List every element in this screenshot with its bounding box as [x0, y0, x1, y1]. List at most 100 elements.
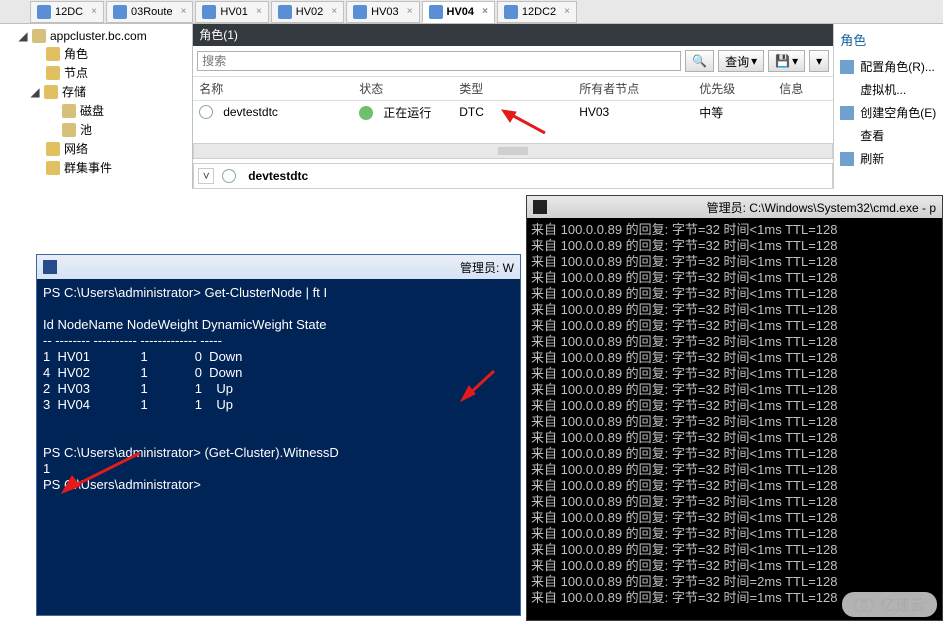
- close-icon[interactable]: ×: [181, 6, 187, 17]
- blank-icon: [840, 129, 854, 143]
- tab-HV03[interactable]: HV03 ×: [346, 1, 419, 23]
- search-bar: 🔍 查询▾ 💾▾ ▾: [193, 46, 833, 77]
- roles-panel: 角色(1) 🔍 查询▾ 💾▾ ▾ 名称 状态 类型 所有者节点 优先级 信息 d…: [193, 24, 834, 189]
- grid-header: 名称 状态 类型 所有者节点 优先级 信息: [193, 77, 833, 101]
- col-priority[interactable]: 优先级: [693, 80, 773, 97]
- close-icon[interactable]: ×: [256, 6, 262, 17]
- host-icon: [202, 5, 216, 19]
- tree-roles[interactable]: 角色: [4, 44, 188, 63]
- search-button[interactable]: 🔍: [685, 50, 714, 72]
- close-icon[interactable]: ×: [564, 6, 570, 17]
- role-name: devtestdtc: [217, 105, 284, 119]
- role-type: DTC: [453, 105, 573, 119]
- dtc-icon: [222, 169, 236, 183]
- close-icon[interactable]: ×: [407, 6, 413, 17]
- col-state[interactable]: 状态: [353, 80, 453, 97]
- close-icon[interactable]: ×: [482, 6, 488, 17]
- ps-titlebar[interactable]: 管理员: W: [37, 255, 520, 279]
- action-vm[interactable]: 虚拟机...: [840, 78, 937, 101]
- action-configure-role[interactable]: 配置角色(R)...: [840, 55, 937, 78]
- tree-label: 磁盘: [80, 102, 104, 119]
- tree-pools[interactable]: 池: [4, 120, 188, 139]
- create-icon: [840, 106, 854, 120]
- col-owner[interactable]: 所有者节点: [573, 80, 693, 97]
- collapse-icon[interactable]: ◢: [30, 85, 40, 99]
- action-label: 创建空角色(E): [860, 104, 936, 121]
- watermark-text: 亿速云: [880, 594, 925, 615]
- tab-label: HV01: [220, 6, 248, 18]
- host-icon: [113, 5, 127, 19]
- collapse-icon[interactable]: ◢: [18, 29, 28, 43]
- tab-label: HV03: [371, 6, 399, 18]
- host-icon: [353, 5, 367, 19]
- cmd-icon: [533, 200, 547, 214]
- more-dropdown[interactable]: ▾: [809, 50, 829, 72]
- tab-03Route[interactable]: 03Route ×: [106, 1, 193, 23]
- search-input[interactable]: [197, 51, 681, 71]
- cmd-titlebar[interactable]: 管理员: C:\Windows\System32\cmd.exe - p: [527, 196, 942, 218]
- watermark: 亿速云: [842, 592, 937, 617]
- events-icon: [46, 161, 60, 175]
- running-icon: [359, 106, 373, 120]
- tree-label: 池: [80, 121, 92, 138]
- tree-label: 网络: [64, 140, 88, 157]
- detail-panel: ˅ devtestdtc: [193, 163, 833, 189]
- cmd-console[interactable]: 来自 100.0.0.89 的回复: 字节=32 时间<1ms TTL=128 …: [527, 218, 942, 620]
- role-owner: HV03: [573, 105, 693, 119]
- cmd-window[interactable]: 管理员: C:\Windows\System32\cmd.exe - p 来自 …: [526, 195, 943, 621]
- chevron-down-icon: ▾: [792, 54, 798, 68]
- pool-icon: [62, 123, 76, 137]
- dtc-icon: [199, 105, 213, 119]
- tree-events[interactable]: 群集事件: [4, 158, 188, 177]
- scroll-bar[interactable]: [193, 143, 833, 159]
- tree-label: 存储: [62, 83, 86, 100]
- tab-12DC[interactable]: 12DC×: [30, 1, 104, 23]
- col-type[interactable]: 类型: [453, 80, 573, 97]
- tree-root[interactable]: ◢ appcluster.bc.com: [4, 28, 188, 44]
- storage-icon: [44, 85, 58, 99]
- tree-root-label: appcluster.bc.com: [50, 29, 147, 43]
- ps-console[interactable]: PS C:\Users\administrator> Get-ClusterNo…: [37, 279, 520, 615]
- tree-disks[interactable]: 磁盘: [4, 101, 188, 120]
- tree-label: 节点: [64, 64, 88, 81]
- query-dropdown[interactable]: 查询▾: [718, 50, 764, 72]
- ps-title-text: 管理员: W: [460, 259, 514, 276]
- powershell-window[interactable]: 管理员: W PS C:\Users\administrator> Get-Cl…: [36, 254, 521, 616]
- tab-HV04[interactable]: HV04×: [422, 1, 495, 23]
- tab-label: 03Route: [131, 6, 173, 18]
- host-icon: [278, 5, 292, 19]
- action-view[interactable]: 查看: [840, 124, 937, 147]
- actions-panel: 角色 配置角色(R)... 虚拟机... 创建空角色(E) 查看 刷新: [834, 24, 943, 189]
- action-label: 配置角色(R)...: [860, 58, 935, 75]
- col-name[interactable]: 名称: [193, 80, 353, 97]
- ps-icon: [43, 260, 57, 274]
- cluster-icon: [32, 29, 46, 43]
- scroll-thumb[interactable]: [498, 147, 528, 155]
- cloud-icon: [854, 598, 874, 612]
- action-create-empty[interactable]: 创建空角色(E): [840, 101, 937, 124]
- tab-HV02[interactable]: HV02 ×: [271, 1, 344, 23]
- tab-label: 12DC2: [522, 6, 556, 18]
- configure-icon: [840, 60, 854, 74]
- tree-label: 角色: [64, 45, 88, 62]
- tree-storage[interactable]: ◢ 存储: [4, 82, 188, 101]
- role-state: 正在运行: [377, 106, 437, 120]
- blank-icon: [840, 83, 854, 97]
- nodes-icon: [46, 66, 60, 80]
- tab-label: HV02: [296, 6, 324, 18]
- col-info[interactable]: 信息: [773, 80, 833, 97]
- disk-icon: [62, 104, 76, 118]
- close-icon[interactable]: ×: [331, 6, 337, 17]
- refresh-icon: [840, 152, 854, 166]
- tree-networks[interactable]: 网络: [4, 139, 188, 158]
- close-icon[interactable]: ×: [91, 6, 97, 17]
- tab-HV01[interactable]: HV01 ×: [195, 1, 268, 23]
- expand-icon[interactable]: ˅: [198, 168, 214, 184]
- roles-heading: 角色(1): [193, 24, 833, 46]
- tree-label: 群集事件: [64, 159, 112, 176]
- save-dropdown[interactable]: 💾▾: [768, 50, 805, 72]
- tab-12DC2[interactable]: 12DC2 ×: [497, 1, 577, 23]
- tree-nodes[interactable]: 节点: [4, 63, 188, 82]
- action-refresh[interactable]: 刷新: [840, 147, 937, 170]
- role-row[interactable]: devtestdtc 正在运行 DTC HV03 中等: [193, 101, 833, 123]
